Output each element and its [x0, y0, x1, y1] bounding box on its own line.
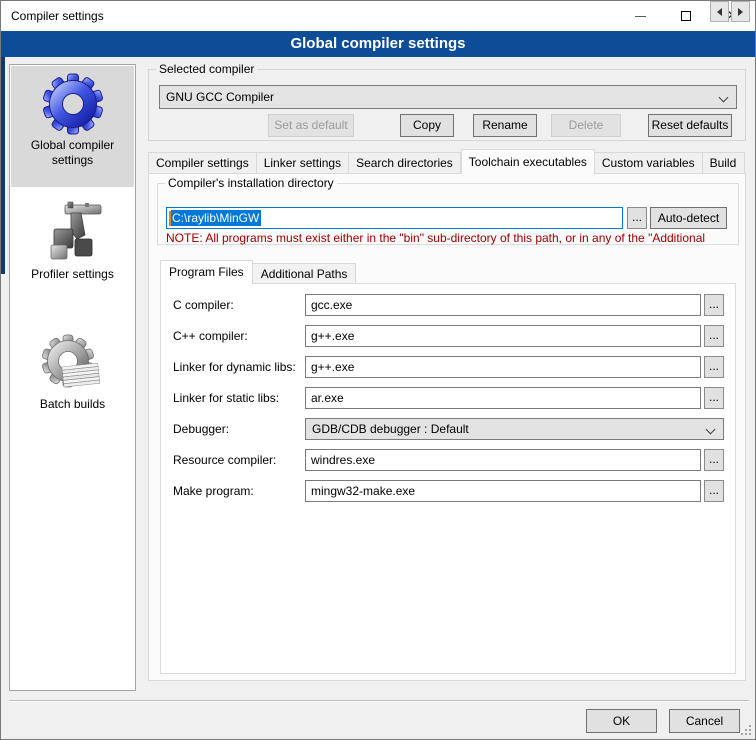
title-bar[interactable]: Compiler settings × [1, 1, 755, 31]
resource-compiler-label: Resource compiler: [173, 449, 276, 471]
sidebar-item-global-compiler-settings[interactable]: Global compiler settings [11, 66, 134, 187]
dynamic-linker-label: Linker for dynamic libs: [173, 356, 296, 378]
static-linker-input[interactable] [305, 387, 701, 409]
c-compiler-input[interactable] [305, 294, 701, 316]
debugger-select[interactable]: GDB/CDB debugger : Default [305, 418, 724, 440]
window-title: Compiler settings [11, 1, 104, 31]
resource-compiler-browse-button[interactable]: ... [704, 449, 724, 471]
program-tabs: Program Files Additional Paths [160, 261, 356, 284]
reset-defaults-button[interactable]: Reset defaults [648, 114, 732, 137]
sidebar-item-label: Batch builds [11, 397, 134, 412]
program-files-panel: C compiler: ... C++ compiler: ... Linker… [160, 283, 736, 674]
copy-button[interactable]: Copy [400, 114, 454, 137]
tab-scroll-left-button[interactable] [710, 1, 729, 22]
compiler-settings-dialog: Compiler settings × Global compiler sett… [0, 0, 756, 740]
tab-search-directories[interactable]: Search directories [349, 152, 461, 174]
cancel-button[interactable]: Cancel [669, 709, 740, 733]
sidebar-item-batch-builds[interactable]: Batch builds [11, 325, 134, 423]
installation-directory-group: Compiler's installation directory C:\ray… [157, 183, 739, 245]
tab-custom-variables[interactable]: Custom variables [595, 152, 703, 174]
tab-build-options[interactable]: Build [703, 152, 745, 174]
caliper-icon [41, 201, 105, 265]
static-linker-label: Linker for static libs: [173, 387, 279, 409]
tab-program-files[interactable]: Program Files [160, 260, 253, 284]
toolchain-executables-panel: Compiler's installation directory C:\ray… [148, 173, 746, 681]
dynamic-linker-browse-button[interactable]: ... [704, 356, 724, 378]
installation-directory-input[interactable]: C:\raylib\MinGW [166, 207, 623, 229]
tab-compiler-settings[interactable]: Compiler settings [148, 152, 257, 174]
installation-directory-value: C:\raylib\MinGW [171, 210, 261, 226]
tab-linker-settings[interactable]: Linker settings [257, 152, 349, 174]
sidebar-item-label: Profiler settings [11, 267, 134, 282]
left-edge-accent [1, 57, 5, 274]
debugger-label: Debugger: [173, 418, 229, 440]
make-program-input[interactable] [305, 480, 701, 502]
browse-directory-button[interactable]: ... [627, 207, 647, 229]
ok-button[interactable]: OK [586, 709, 657, 733]
cpp-compiler-browse-button[interactable]: ... [704, 325, 724, 347]
chevron-down-icon [719, 93, 729, 103]
gray-gear-papers-icon [41, 331, 105, 395]
minimize-button[interactable] [617, 1, 663, 31]
compiler-select[interactable]: GNU GCC Compiler [159, 85, 737, 109]
maximize-button[interactable] [663, 1, 709, 31]
resize-grip[interactable] [749, 733, 751, 735]
blue-gear-icon [41, 72, 105, 136]
debugger-select-value: GDB/CDB debugger : Default [312, 422, 469, 436]
compiler-select-value: GNU GCC Compiler [166, 90, 274, 104]
installation-note: NOTE: All programs must exist either in … [166, 231, 734, 245]
c-compiler-browse-button[interactable]: ... [704, 294, 724, 316]
c-compiler-label: C compiler: [173, 294, 234, 316]
set-as-default-button[interactable]: Set as default [268, 114, 354, 137]
sidebar-item-profiler-settings[interactable]: Profiler settings [11, 195, 134, 297]
tab-toolchain-executables[interactable]: Toolchain executables [461, 149, 595, 174]
resource-compiler-input[interactable] [305, 449, 701, 471]
make-program-browse-button[interactable]: ... [704, 480, 724, 502]
minimize-icon [635, 16, 646, 17]
cpp-compiler-input[interactable] [305, 325, 701, 347]
cpp-compiler-label: C++ compiler: [173, 325, 248, 347]
delete-button[interactable]: Delete [551, 114, 621, 137]
installation-directory-group-label: Compiler's installation directory [165, 176, 337, 190]
page-title: Global compiler settings [1, 31, 755, 57]
selected-compiler-group-label: Selected compiler [156, 62, 257, 76]
settings-tabs: Compiler settings Linker settings Search… [148, 151, 745, 174]
arrow-left-icon [717, 8, 722, 16]
make-program-label: Make program: [173, 480, 254, 502]
maximize-icon [681, 11, 691, 21]
chevron-down-icon [706, 425, 716, 435]
settings-category-list: Global compiler settings [9, 64, 136, 691]
sidebar-item-label: Global compiler settings [11, 138, 134, 168]
static-linker-browse-button[interactable]: ... [704, 387, 724, 409]
tab-scroll-right-button[interactable] [731, 1, 750, 22]
tab-additional-paths[interactable]: Additional Paths [253, 263, 357, 284]
rename-button[interactable]: Rename [473, 114, 537, 137]
arrow-right-icon [738, 8, 743, 16]
selected-compiler-group: Selected compiler GNU GCC Compiler Set a… [148, 69, 746, 141]
footer-divider [9, 700, 749, 702]
dynamic-linker-input[interactable] [305, 356, 701, 378]
auto-detect-button[interactable]: Auto-detect [650, 207, 727, 229]
